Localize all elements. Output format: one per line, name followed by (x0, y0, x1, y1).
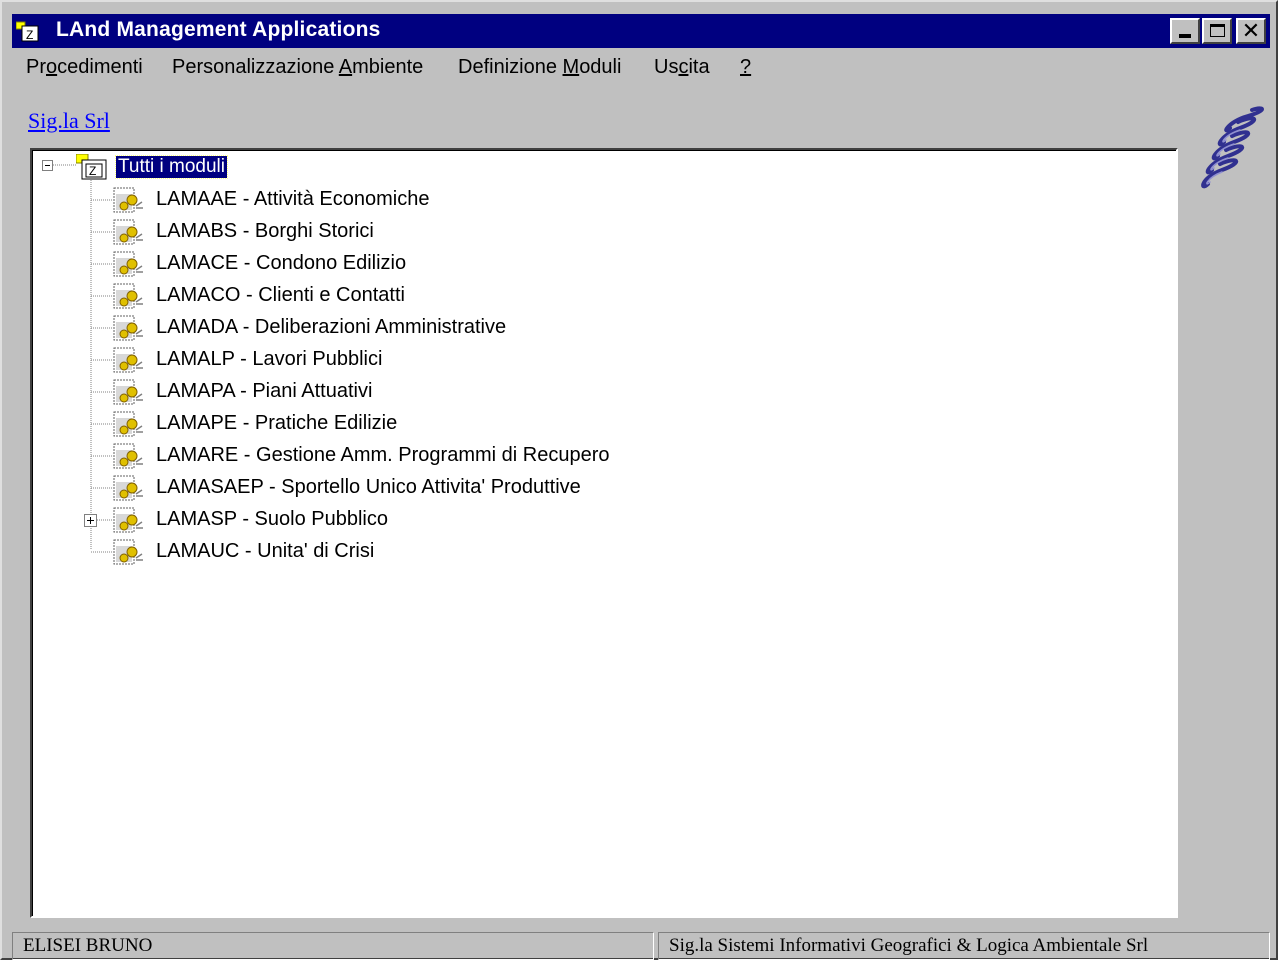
main-window: Z LAnd Management Applications ✕ Procedi… (0, 0, 1278, 960)
module-icon (113, 315, 143, 341)
menu-uscita[interactable]: Uscita (654, 56, 710, 79)
tree-item-label[interactable]: LAMALP - Lavori Pubblici (156, 347, 382, 371)
spring-logo-icon (1201, 106, 1264, 189)
menu-label: Pr (26, 56, 46, 78)
module-icon (113, 411, 143, 437)
tree-item-label[interactable]: LAMASP - Suolo Pubblico (156, 507, 388, 531)
tree-item-label[interactable]: LAMACE - Condono Edilizio (156, 251, 406, 275)
expand-icon[interactable] (84, 514, 97, 527)
module-icon (113, 347, 143, 373)
app-icon: Z (16, 21, 39, 42)
menu-label: oduli (579, 56, 622, 78)
status-bar: ELISEI BRUNO Sig.la Sistemi Informativi … (12, 932, 1274, 960)
status-company: Sig.la Sistemi Informativi Geografici & … (658, 932, 1270, 960)
menu-help[interactable]: ? (740, 56, 751, 79)
menu-accelerator: o (46, 56, 58, 78)
menu-label: cedimenti (57, 56, 143, 78)
collapse-icon[interactable] (42, 160, 53, 171)
window-title: LAnd Management Applications (56, 18, 381, 41)
svg-text:Z: Z (89, 164, 96, 178)
module-icon (113, 379, 143, 405)
tree-item-label[interactable]: LAMARE - Gestione Amm. Programmi di Recu… (156, 443, 610, 467)
close-icon: ✕ (1241, 18, 1261, 43)
maximize-icon (1210, 24, 1225, 37)
close-button[interactable]: ✕ (1236, 18, 1266, 44)
menu-accelerator: M (562, 56, 580, 78)
window-controls: ✕ (1168, 18, 1266, 44)
module-icon (113, 251, 143, 277)
menu-accelerator: c (678, 56, 689, 78)
tree-item-label[interactable]: LAMADA - Deliberazioni Amministrative (156, 315, 506, 339)
tree-item-label[interactable]: LAMAPA - Piani Attuativi (156, 379, 372, 403)
minimize-button[interactable] (1170, 18, 1200, 44)
status-user: ELISEI BRUNO (12, 932, 654, 960)
company-link[interactable]: Sig.la Srl (28, 108, 110, 134)
maximize-button[interactable] (1202, 18, 1232, 44)
module-icon (113, 283, 143, 309)
menu-label: Definizione (458, 56, 563, 78)
title-bar[interactable]: Z LAnd Management Applications ✕ (12, 14, 1270, 48)
tree-item-label[interactable]: LAMAPE - Pratiche Edilizie (156, 411, 397, 435)
minimize-icon (1179, 34, 1191, 38)
menu-bar: Procedimenti Personalizzazione Ambiente … (12, 52, 1270, 88)
module-icon (113, 219, 143, 245)
menu-label: ita (688, 56, 710, 78)
menu-label: mbiente (352, 56, 424, 78)
menu-personalizzazione-ambiente[interactable]: Personalizzazione Ambiente (172, 56, 423, 79)
module-icon (113, 507, 143, 533)
menu-accelerator: A (338, 56, 353, 78)
tree-item-label[interactable]: LAMACO - Clienti e Contatti (156, 283, 405, 307)
tree-item-label[interactable]: LAMASAEP - Sportello Unico Attivita' Pro… (156, 475, 581, 499)
module-icon (113, 187, 143, 213)
menu-label: Us (654, 56, 679, 78)
module-icon (113, 443, 143, 469)
modules-tree[interactable]: Z Tutti i moduli LAMAAE - Attività Econo… (30, 148, 1178, 918)
menu-accelerator: ? (740, 56, 752, 78)
tree-item-label[interactable]: LAMAAE - Attività Economiche (156, 187, 429, 211)
svg-text:Z: Z (26, 28, 33, 42)
tree-root-label[interactable]: Tutti i moduli (115, 155, 228, 179)
module-icon (113, 475, 143, 501)
tree-item-label[interactable]: LAMABS - Borghi Storici (156, 219, 374, 243)
folder-icon: Z (76, 154, 107, 180)
module-icon (113, 539, 143, 565)
menu-procedimenti[interactable]: Procedimenti (26, 56, 143, 79)
menu-label: Personalizzazione (172, 56, 339, 78)
tree-item-label[interactable]: LAMAUC - Unita' di Crisi (156, 539, 374, 563)
menu-definizione-moduli[interactable]: Definizione Moduli (458, 56, 621, 79)
